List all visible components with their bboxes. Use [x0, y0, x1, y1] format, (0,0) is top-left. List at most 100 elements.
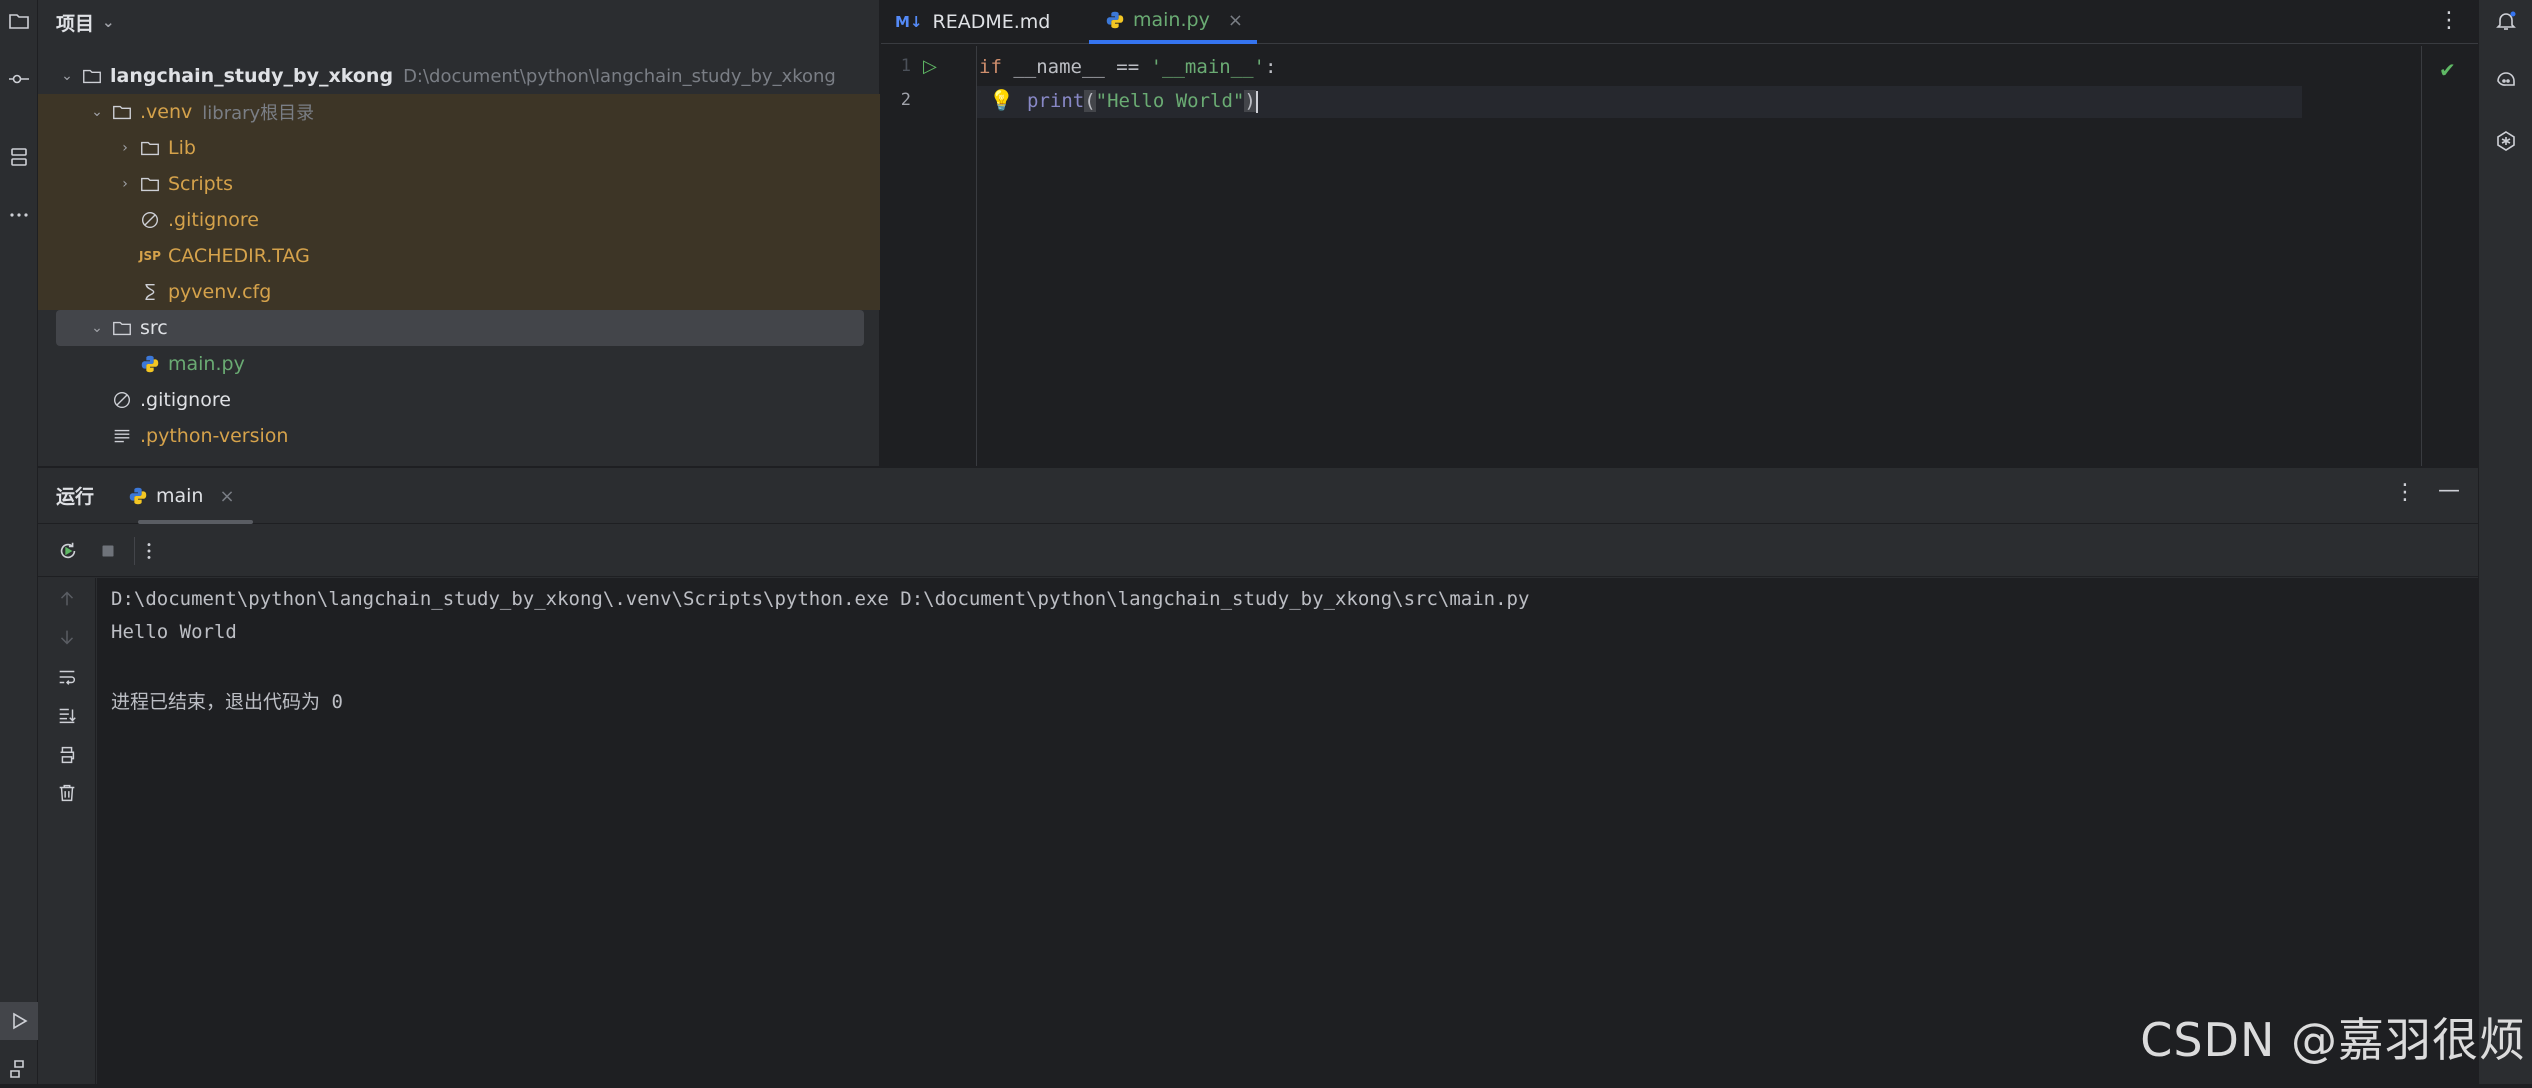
run-tab-indicator — [138, 520, 253, 524]
project-folder-icon[interactable] — [0, 2, 38, 40]
trash-icon[interactable] — [52, 778, 82, 808]
close-icon[interactable]: × — [1228, 10, 1243, 31]
run-tab-main[interactable]: main × — [120, 468, 241, 524]
python-file-icon — [138, 352, 162, 376]
arrow-up-icon[interactable] — [52, 584, 82, 614]
tree-item-python-version[interactable]: .python-version — [38, 418, 880, 454]
code-text: __name__ == — [1002, 56, 1151, 78]
python-file-icon — [126, 484, 150, 508]
arrow-down-icon[interactable] — [52, 622, 82, 652]
code-string: "Hello World" — [1096, 90, 1245, 112]
tree-item-label: Scripts — [168, 173, 233, 195]
code-string: '__main__' — [1151, 56, 1265, 78]
close-icon[interactable]: × — [219, 486, 234, 507]
notifications-icon[interactable] — [2487, 2, 2525, 40]
console-output[interactable]: D:\document\python\langchain_study_by_xk… — [97, 578, 2478, 1085]
tree-item-src[interactable]: ⌄ src — [56, 310, 864, 346]
more-options-icon[interactable]: ⋮ — [2438, 8, 2460, 33]
more-options-icon[interactable] — [134, 537, 162, 565]
folder-icon — [138, 172, 162, 196]
run-panel: 运行 main × ⋮ — — [38, 467, 2478, 1084]
tree-item-label: langchain_study_by_xkong — [110, 65, 393, 87]
code-line-1[interactable]: if __name__ == '__main__': — [979, 56, 1276, 78]
minimize-icon[interactable]: — — [2438, 478, 2460, 503]
run-panel-header: 运行 — [38, 468, 2478, 524]
tree-item-label: Lib — [168, 137, 196, 159]
tree-item-label: .gitignore — [140, 389, 231, 411]
ignore-file-icon — [110, 388, 134, 412]
text-caret — [1256, 91, 1258, 113]
left-tool-strip — [0, 0, 38, 1084]
tree-item-label: .gitignore — [168, 209, 259, 231]
code-paren: ( — [1084, 90, 1095, 112]
python-file-icon — [1103, 8, 1127, 32]
tab-readme[interactable]: M↓ README.md — [881, 0, 1064, 44]
code-line-2[interactable]: print("Hello World") — [1027, 90, 1258, 113]
check-icon[interactable]: ✔ — [2439, 58, 2456, 82]
print-icon[interactable] — [52, 740, 82, 770]
project-panel-header[interactable]: 项目 ⌄ — [38, 0, 879, 44]
project-panel: 项目 ⌄ ⌄ langchain_study_by_xkong D:\docum… — [38, 0, 880, 466]
tree-item-main-py[interactable]: main.py — [38, 346, 880, 382]
tree-item-label: .venv — [140, 101, 192, 123]
more-tools-icon[interactable] — [0, 196, 38, 234]
tree-item-venv-gitignore[interactable]: .gitignore — [38, 202, 880, 238]
tree-item-label: main.py — [168, 353, 245, 375]
code-paren: ) — [1244, 90, 1255, 112]
console-line: D:\document\python\langchain_study_by_xk… — [111, 588, 1529, 610]
lightbulb-icon[interactable]: 💡 — [989, 88, 1014, 112]
chevron-down-icon[interactable]: ⌄ — [58, 68, 76, 84]
tree-item-cachedir[interactable]: JSP CACHEDIR.TAG — [38, 238, 880, 274]
tree-item-lib[interactable]: › Lib — [38, 130, 880, 166]
soft-wrap-icon[interactable] — [52, 662, 82, 692]
console-line: 进程已结束，退出代码为 0 — [111, 687, 343, 714]
jsp-file-icon: JSP — [138, 244, 162, 268]
chevron-right-icon[interactable]: › — [116, 140, 134, 156]
tree-item-gitignore[interactable]: .gitignore — [38, 382, 880, 418]
chevron-right-icon[interactable]: › — [116, 176, 134, 192]
tree-item-label: pyvenv.cfg — [168, 281, 271, 303]
tree-item-scripts[interactable]: › Scripts — [38, 166, 880, 202]
rerun-icon[interactable] — [54, 537, 82, 565]
run-toolbar — [38, 525, 2478, 577]
editor-area: M↓ README.md main.py × ⋮ 1 2 ▷ if __name… — [881, 0, 2478, 466]
config-file-icon — [138, 280, 162, 304]
commit-icon[interactable] — [0, 60, 38, 98]
tab-label: main.py — [1133, 9, 1210, 31]
tree-item-path: D:\document\python\langchain_study_by_xk… — [403, 66, 836, 87]
scroll-to-end-icon[interactable] — [52, 700, 82, 730]
code-function: print — [1027, 90, 1084, 112]
folder-icon — [110, 100, 134, 124]
run-tool-icon[interactable] — [0, 1002, 38, 1040]
folder-icon — [138, 136, 162, 160]
more-options-icon[interactable]: ⋮ — [2394, 480, 2416, 505]
markdown-icon: M↓ — [895, 13, 923, 31]
tree-item-pyvenv[interactable]: pyvenv.cfg — [38, 274, 880, 310]
plugin-icon[interactable] — [2487, 122, 2525, 160]
chevron-down-icon[interactable]: ⌄ — [88, 104, 106, 120]
chevron-down-icon[interactable]: ⌄ — [102, 13, 115, 31]
structure-icon[interactable] — [0, 138, 38, 176]
right-tool-strip — [2478, 0, 2532, 1084]
run-gutter-icon[interactable]: ▷ — [923, 56, 937, 77]
tree-item-venv[interactable]: ⌄ .venv library根目录 — [38, 94, 880, 130]
stop-icon[interactable] — [94, 537, 122, 565]
tree-item-root[interactable]: ⌄ langchain_study_by_xkong D:\document\p… — [38, 58, 880, 94]
run-tab-label: main — [156, 485, 203, 507]
run-panel-title: 运行 — [56, 482, 94, 509]
ignore-file-icon — [138, 208, 162, 232]
line-number: 1 — [881, 56, 911, 76]
code-text: : — [1265, 56, 1276, 78]
python-packages-icon[interactable] — [0, 1050, 38, 1088]
tree-item-hint: library根目录 — [202, 99, 314, 125]
folder-icon — [110, 316, 134, 340]
chevron-down-icon[interactable]: ⌄ — [88, 320, 106, 336]
tab-label: README.md — [933, 11, 1051, 33]
tree-item-label: .python-version — [140, 425, 288, 447]
editor-gutter: 1 2 ▷ — [881, 46, 977, 466]
ai-assistant-icon[interactable] — [2487, 62, 2525, 100]
editor-divider — [2421, 46, 2422, 466]
tab-main-py[interactable]: main.py × — [1089, 0, 1257, 44]
watermark: CSDN @嘉羽很烦 — [2140, 1004, 2526, 1070]
code-keyword: if — [979, 56, 1002, 78]
